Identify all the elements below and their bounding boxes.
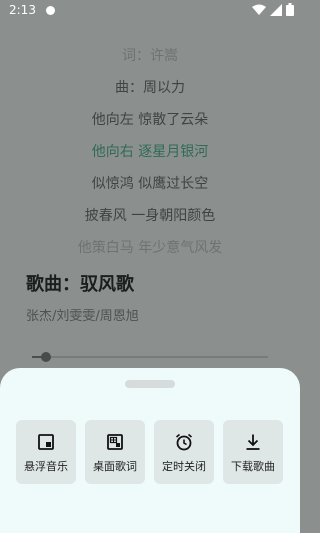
lyric-line: 曲：周以力 (115, 80, 185, 96)
lyrics-panel[interactable]: 词：许嵩 曲：周以力 他向左 惊散了云朵 他向右 逐星月银河 似惊鸿 似鹰过长空… (0, 40, 300, 264)
desktop-lyrics-button[interactable]: 桌面歌词 (85, 420, 145, 484)
lyric-line: 他向左 惊散了云朵 (91, 112, 209, 128)
status-icons (252, 3, 294, 16)
progress-bar[interactable] (32, 352, 268, 362)
status-bar: 2:13 (0, 0, 300, 20)
lyric-line: 似惊鸿 似鹰过长空 (91, 176, 209, 192)
sheet-actions: 悬浮音乐 桌面歌词 定时关闭 下载歌曲 (16, 420, 283, 484)
status-time: 2:13 (9, 3, 36, 17)
sheet-drag-handle[interactable] (125, 380, 175, 388)
bottom-sheet: 悬浮音乐 桌面歌词 定时关闭 下载歌曲 (0, 368, 300, 533)
lyric-line: 披春风 一身朝阳颜色 (84, 208, 216, 224)
song-title: 歌曲：驭风歌 (26, 274, 134, 295)
desktop-lyrics-label: 桌面歌词 (93, 460, 137, 473)
lyric-line: 他策白马 年少意气风发 (77, 240, 223, 256)
sleep-timer-button[interactable]: 定时关闭 (154, 420, 214, 484)
signal-icon (270, 3, 282, 16)
progress-knob[interactable] (41, 352, 52, 362)
battery-icon (286, 3, 294, 16)
sleep-timer-label: 定时关闭 (162, 460, 206, 473)
download-song-button[interactable]: 下载歌曲 (223, 420, 283, 484)
song-artist: 张杰/刘雯雯/周恩旭 (26, 309, 139, 324)
notification-dot-icon (45, 5, 55, 15)
wifi-icon (252, 4, 266, 15)
lyric-line: 词：许嵩 (122, 48, 178, 64)
floating-music-button[interactable]: 悬浮音乐 (16, 420, 76, 484)
floating-music-label: 悬浮音乐 (24, 460, 68, 473)
lyric-line-current: 他向右 逐星月银河 (91, 144, 209, 160)
download-song-label: 下载歌曲 (231, 460, 275, 473)
floating-window-icon (38, 434, 54, 450)
download-icon (246, 434, 260, 450)
desktop-lyrics-icon (107, 434, 123, 450)
alarm-clock-icon (175, 433, 193, 451)
